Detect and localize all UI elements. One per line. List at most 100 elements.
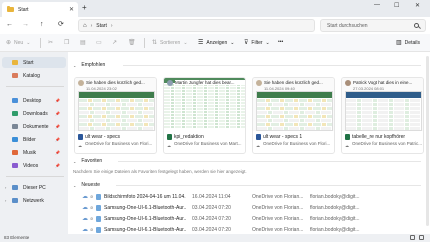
pin-icon: 📌 [55,150,60,155]
cloud-icon: ☁ [167,143,171,148]
favorites-header[interactable]: ⌄ Favoriten [73,158,102,164]
cloud-icon: ☁ [345,143,349,148]
recommended-header[interactable]: ⌄ Empfohlen [73,62,105,68]
recommended-card[interactable]: Patrick Vogt hat dies in eine... 27.03.2… [341,77,424,154]
file-name: ult wear - specs 1 [263,134,303,140]
filter-button[interactable]: ⊽ Filter ⌄ [244,39,270,47]
file-date: 03.04.2024 07:20 [192,216,231,222]
document-preview [78,91,155,131]
sidebar-item-label: Bilder [23,136,36,143]
more-button[interactable]: ••• [278,39,283,45]
pin-icon: ⊘ [90,227,94,232]
sidebar-item-start[interactable]: Start [2,57,66,68]
breadcrumb[interactable]: Start [96,23,107,29]
expand-icon[interactable]: › [5,185,6,190]
details-icon: ▥ [396,40,402,46]
video-icon [12,163,18,168]
network-icon [12,198,18,203]
details-button[interactable]: ▥ Details [396,39,420,47]
image-file-icon [96,194,101,200]
activity-text: Patrick Vogt hat dies in eine... [353,80,413,85]
chevron-down-icon: ⌄ [73,158,77,164]
search-icon [414,23,419,28]
file-owner: florian.bodoky@digit... [310,216,360,222]
close-tab-icon[interactable]: ✕ [69,6,74,13]
sidebar-item-musik[interactable]: Musik 📌 [2,147,66,158]
sidebar-item-katalog[interactable]: Katalog [2,70,66,81]
sidebar-item-videos[interactable]: Videos 📌 [2,160,66,171]
sidebar-item-bilder[interactable]: Bilder 📌 [2,134,66,145]
search-input[interactable]: Start durchsuchen [320,19,426,32]
recommended-card[interactable]: Sie haben dies kürzlich ged... 11.04.202… [252,77,335,154]
new-button[interactable]: ⊕ Neu ⌄ [6,39,30,47]
desktop-icon [12,98,18,103]
recommended-card[interactable]: Sie haben dies kürzlich ged... 11.04.202… [74,77,157,154]
address-bar[interactable]: ⌂ › Start › [78,19,315,32]
refresh-button[interactable]: ⟳ [58,20,64,30]
document-icon [12,124,18,129]
file-location: OneDrive for Business von Mart... [174,141,242,146]
file-owner: florian.bodoky@digit... [310,227,360,233]
sidebar-item-downloads[interactable]: Downloads 📌 [2,108,66,119]
word-file-icon [78,134,83,140]
new-tab-button[interactable]: + [82,4,87,12]
pin-icon: 📌 [55,124,60,129]
recent-header[interactable]: ⌄ Neueste [73,182,100,188]
vertical-scrollbar[interactable] [426,56,429,226]
activity-text: Sie haben dies kürzlich ged... [86,80,145,85]
back-button[interactable]: ← [6,20,13,30]
minimize-button[interactable]: — [374,2,380,8]
view-label: Anzeigen [206,39,228,46]
file-name: kpi_redaktion [174,134,204,140]
details-view-button[interactable] [410,235,415,240]
cloud-icon: ☁ [78,143,82,148]
avatar [256,80,262,86]
maximize-button[interactable]: ☐ [394,2,399,9]
share-button[interactable]: ↗ [112,39,117,46]
table-row[interactable]: ☁ ⊘ Samsung-One-UI-6.1-Bluetooth-Aur... … [68,213,430,224]
tab-label: Start [18,6,29,13]
sidebar-item-label: Dokumente [23,123,49,130]
folder-icon [7,6,14,12]
music-icon [12,150,18,155]
status-bar: 83 Elemente [0,234,430,242]
copy-button[interactable]: ❐ [64,39,69,46]
chevron-down-icon: ⌄ [73,182,77,188]
pin-icon: ⊘ [90,194,94,199]
home-icon [12,60,18,65]
sort-button[interactable]: ⇅ Sortieren ⌄ [152,39,188,47]
spreadsheet-preview [164,78,245,131]
table-row[interactable]: ☁ ⊘ Bildschirmfoto 2024-04-16 um 11.04..… [68,191,430,202]
file-date: 16.04.2024 11:04 [192,194,231,200]
paste-button[interactable]: ▤ [80,39,86,46]
image-file-icon [96,227,101,233]
sort-label: Sortieren [160,39,181,46]
word-file-icon [256,134,261,140]
sidebar-item-desktop[interactable]: Desktop 📌 [2,95,66,106]
title-bar: Start ✕ + — ☐ ✕ [0,0,430,17]
cut-button[interactable]: ✂ [48,39,53,46]
view-button[interactable]: ☰ Anzeigen ⌄ [198,39,234,47]
activity-text: Sie haben dies kürzlich ged... [264,80,323,85]
delete-button[interactable]: 🗑 [128,39,136,46]
sort-icon: ⇅ [152,40,158,46]
chevron-right-icon[interactable]: › [111,23,113,29]
pin-icon: 📌 [55,98,60,103]
rename-button[interactable]: ▭ [96,39,102,46]
tab-start[interactable]: Start ✕ [2,2,78,17]
close-window-button[interactable]: ✕ [415,2,420,9]
table-row[interactable]: ☁ ⊘ Samsung-One-UI-6.1-Bluetooth-Aur... … [68,202,430,213]
file-location: OneDrive von Florian... [252,216,304,222]
sidebar-item-dokumente[interactable]: Dokumente 📌 [2,121,66,132]
recommended-card[interactable]: Martin Jungfer hat dies bear... kpi_reda… [163,77,246,154]
cloud-icon: ☁ [82,227,88,233]
home-icon: ⌂ [83,22,87,29]
tiles-view-button[interactable] [419,235,424,240]
up-button[interactable]: ↑ [40,20,44,30]
activity-text: Martin Jungfer hat dies bear... [175,80,245,85]
file-owner: florian.bodoky@digit... [310,194,360,200]
sidebar-item-netzwerk[interactable]: › Netzwerk [2,195,66,206]
forward-button[interactable]: → [22,20,29,30]
sidebar-item-dieser-pc[interactable]: › Dieser PC [2,182,66,193]
expand-icon[interactable]: › [5,198,6,203]
